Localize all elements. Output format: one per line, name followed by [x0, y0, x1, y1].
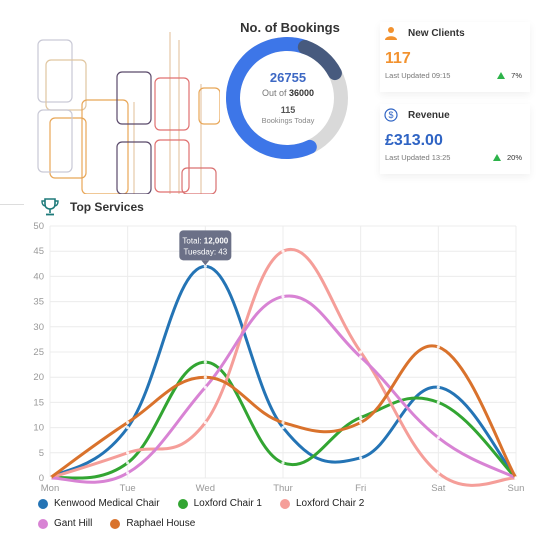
data-point-loxford-chair-2[interactable]: [436, 471, 440, 475]
revenue-value: £313.00: [385, 132, 443, 149]
data-point-loxford-chair-2[interactable]: [359, 350, 363, 354]
legend-item-raphael-house[interactable]: Raphael House: [110, 518, 195, 529]
revenue-change: 20%: [506, 153, 522, 162]
y-axis-labels: 05101520253035404550: [33, 221, 44, 484]
revenue-updated: Last Updated 13:25: [385, 153, 451, 162]
data-point-loxford-chair-1[interactable]: [126, 461, 130, 465]
revenue-card: $ Revenue £313.00 Last Updated 13:25 20%: [380, 104, 530, 174]
x-tick-label: Wed: [196, 483, 215, 494]
chart-tooltip: Total: 12,000 Tuesday: 43: [179, 230, 232, 266]
y-tick-label: 30: [33, 322, 44, 333]
new-clients-title: New Clients: [408, 27, 465, 39]
data-point-loxford-chair-1[interactable]: [436, 400, 440, 404]
data-point-gant-hill[interactable]: [126, 471, 130, 475]
data-point-loxford-chair-1[interactable]: [359, 415, 363, 420]
data-point-gant-hill[interactable]: [436, 436, 440, 440]
decorative-pattern: [37, 32, 220, 194]
y-tick-label: 20: [33, 372, 44, 383]
data-point-raphael-house[interactable]: [48, 476, 52, 480]
new-clients-card: New Clients 117 Last Updated 09:15 7%: [380, 22, 530, 92]
person-icon: [385, 27, 397, 40]
data-point-raphael-house[interactable]: [514, 476, 518, 480]
data-point-kenwood-medical-chair[interactable]: [126, 426, 130, 430]
data-point-kenwood-medical-chair[interactable]: [359, 456, 363, 460]
x-tick-label: Sat: [431, 483, 446, 494]
divider: [0, 204, 24, 205]
bookings-capacity-line: Out of 36000: [225, 88, 351, 98]
data-point-kenwood-medical-chair[interactable]: [281, 426, 285, 430]
x-tick-label: Thur: [273, 483, 293, 494]
data-point-loxford-chair-2[interactable]: [203, 420, 207, 425]
legend-row: Kenwood Medical Chair Loxford Chair 1 Loxf…: [38, 498, 538, 509]
data-point-loxford-chair-1[interactable]: [203, 360, 207, 364]
y-tick-label: 25: [33, 347, 44, 358]
data-point-raphael-house[interactable]: [281, 420, 285, 425]
data-point-kenwood-medical-chair[interactable]: [436, 385, 440, 389]
x-tick-label: Fri: [355, 483, 366, 494]
legend-swatch: [177, 498, 188, 509]
legend-swatch: [38, 498, 48, 509]
x-axis-labels: Mon Tue Wed Thur Fri Sat Sun: [41, 483, 525, 494]
bookings-capacity: 36000: [289, 88, 315, 98]
legend-swatch: [280, 498, 290, 509]
legend-item-kenwood-medical-chair[interactable]: Kenwood Medical Chair: [38, 498, 160, 509]
legend-label: Gant Hill: [54, 518, 93, 529]
legend-row: Gant Hill Raphael House: [38, 518, 538, 529]
top-services-title: Top Services: [70, 200, 144, 214]
data-point-raphael-house[interactable]: [126, 420, 130, 425]
new-clients-value: 117: [385, 50, 411, 67]
data-point-gant-hill[interactable]: [359, 355, 363, 359]
data-point-loxford-chair-1[interactable]: [281, 461, 285, 465]
x-tick-label: Sun: [508, 483, 525, 494]
up-arrow-icon: [492, 154, 501, 161]
data-point-raphael-house[interactable]: [203, 375, 207, 379]
legend-item-loxford-chair-2[interactable]: Loxford Chair 2: [280, 498, 364, 509]
legend-item-loxford-chair-1[interactable]: Loxford Chair 1: [177, 498, 262, 509]
data-point-gant-hill[interactable]: [281, 294, 285, 299]
y-tick-label: 10: [33, 423, 44, 434]
top-services-chart: 05101520253035404550 Mon Tue Wed Thur Fri Sat…: [33, 221, 525, 494]
tooltip-total: Total: 12,000: [182, 236, 228, 245]
data-point-raphael-house[interactable]: [359, 420, 363, 425]
bookings-title: No. of Bookings: [240, 20, 340, 35]
data-point-loxford-chair-2[interactable]: [281, 249, 285, 253]
legend-label: Kenwood Medical Chair: [54, 498, 160, 509]
legend-swatch: [110, 518, 121, 529]
bookings-widget: No. of Bookings 26755 Out of 36000 115 B…: [225, 18, 370, 180]
y-tick-label: 5: [39, 448, 44, 459]
x-tick-label: Tue: [120, 483, 136, 494]
x-tick-label: Mon: [41, 483, 59, 494]
legend-label: Loxford Chair 1: [193, 498, 262, 509]
new-clients-change: 7%: [511, 71, 522, 80]
data-point-raphael-house[interactable]: [436, 345, 440, 349]
y-tick-label: 45: [33, 246, 44, 257]
new-clients-updated: Last Updated 09:15: [385, 71, 451, 80]
y-tick-label: 35: [33, 297, 44, 308]
tooltip-day: Tuesday: 43: [183, 247, 227, 256]
chart-legend: Kenwood Medical Chair Loxford Chair 1 Loxf…: [38, 498, 538, 538]
bookings-total: 26755: [269, 70, 307, 85]
legend-label: Loxford Chair 2: [296, 498, 365, 509]
svg-text:$: $: [388, 110, 393, 120]
legend-label: Raphael House: [126, 518, 196, 529]
dollar-circle-icon: $: [384, 108, 398, 122]
tooltip-pointer: [201, 260, 210, 266]
out-of-label: Out of: [261, 88, 287, 98]
y-tick-label: 40: [33, 271, 44, 282]
data-point-gant-hill[interactable]: [203, 385, 207, 389]
trophy-icon: [41, 198, 59, 216]
legend-swatch: [38, 518, 48, 529]
bookings-today-label: Bookings Today: [261, 116, 315, 125]
legend-item-gant-hill[interactable]: Gant Hill: [38, 518, 92, 529]
up-arrow-icon: [497, 72, 506, 79]
y-tick-label: 15: [33, 397, 44, 408]
data-point-loxford-chair-2[interactable]: [126, 451, 130, 455]
y-tick-label: 50: [33, 221, 44, 232]
top-services-header: Top Services: [40, 198, 144, 216]
bookings-today-count: 115: [280, 105, 296, 115]
revenue-title: Revenue: [408, 109, 450, 121]
